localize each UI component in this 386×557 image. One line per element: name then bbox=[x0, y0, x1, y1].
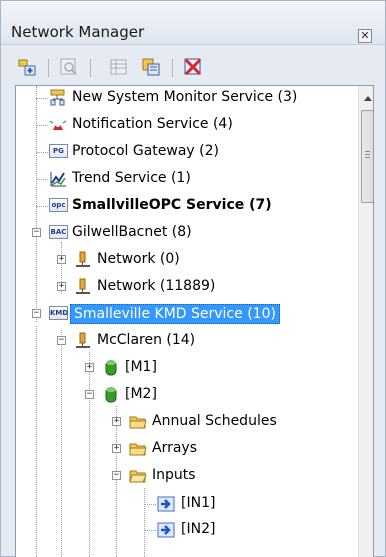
tree-item-label: Annual Schedules bbox=[152, 413, 277, 429]
tree-item-label: [M1] bbox=[125, 359, 157, 375]
network-icon bbox=[76, 251, 90, 267]
expand-toggle[interactable]: + bbox=[85, 363, 94, 372]
grid-view-button[interactable] bbox=[109, 57, 129, 77]
folder-icon bbox=[129, 443, 147, 456]
collapse-toggle[interactable]: − bbox=[112, 471, 121, 480]
title-bar: Network Manager ✕ bbox=[1, 1, 385, 45]
device-icon bbox=[105, 387, 117, 403]
tree-item-smallvilleopc-service[interactable]: opc SmallvilleOPC Service (7) bbox=[16, 194, 356, 218]
tree-item-smalleville-kmd-service[interactable]: − KMD Smalleville KMD Service (10) bbox=[16, 302, 356, 326]
close-button[interactable]: ✕ bbox=[358, 29, 372, 43]
network-icon bbox=[76, 332, 90, 348]
protocol-gateway-icon: PG bbox=[49, 144, 68, 158]
tree-item-label: Network (11889) bbox=[97, 278, 216, 294]
grid-view-icon bbox=[110, 59, 127, 75]
delete-icon bbox=[184, 58, 202, 76]
expand-toggle[interactable]: + bbox=[112, 417, 121, 426]
tree-item-in2[interactable]: [IN2] bbox=[16, 518, 356, 542]
collapse-toggle[interactable]: − bbox=[57, 336, 66, 345]
expand-toggle[interactable]: + bbox=[57, 255, 66, 264]
device-icon bbox=[105, 360, 117, 376]
properties-icon bbox=[60, 58, 77, 75]
tree-item-label: SmallvilleOPC Service (7) bbox=[72, 197, 272, 213]
bacnet-icon: BAC bbox=[49, 225, 68, 239]
tree-item-label: Arrays bbox=[152, 440, 198, 456]
tree-item-in1[interactable]: [IN1] bbox=[16, 492, 356, 516]
tree-item-gilwellbacnet[interactable]: − BAC GilwellBacnet (8) bbox=[16, 221, 356, 245]
kmd-icon: KMD bbox=[49, 306, 68, 320]
copy-button[interactable] bbox=[141, 57, 161, 77]
collapse-toggle[interactable]: − bbox=[85, 390, 94, 399]
thumb-grip bbox=[365, 151, 370, 152]
toolbar-separator bbox=[48, 59, 49, 77]
add-service-icon bbox=[18, 59, 36, 76]
add-service-button[interactable] bbox=[17, 57, 37, 77]
copy-icon bbox=[142, 58, 160, 76]
collapse-toggle[interactable]: − bbox=[32, 309, 41, 318]
tree-item-inputs[interactable]: − Inputs bbox=[16, 464, 356, 488]
input-point-icon bbox=[157, 522, 175, 538]
input-point-icon bbox=[157, 496, 175, 512]
tree-item-label: Inputs bbox=[152, 467, 196, 483]
network-manager-panel: Network Manager ✕ New System Monitor Ser… bbox=[0, 0, 386, 557]
tree-item-label: Protocol Gateway (2) bbox=[72, 143, 219, 159]
toolbar-separator bbox=[90, 59, 91, 77]
thumb-grip bbox=[365, 154, 370, 155]
tree-item-label: GilwellBacnet (8) bbox=[72, 224, 192, 240]
properties-button[interactable] bbox=[59, 57, 79, 77]
tree-item-trend-service[interactable]: Trend Service (1) bbox=[16, 167, 356, 191]
tree-item-label: New System Monitor Service (3) bbox=[72, 89, 298, 105]
tree-item-protocol-gateway[interactable]: PG Protocol Gateway (2) bbox=[16, 140, 356, 164]
notification-icon bbox=[49, 120, 67, 130]
trend-icon bbox=[50, 172, 66, 187]
delete-button[interactable] bbox=[183, 57, 203, 77]
tree-item-notification-service[interactable]: Notification Service (4) bbox=[16, 113, 356, 137]
thumb-grip bbox=[365, 157, 370, 158]
tree-item-label: McClaren (14) bbox=[97, 332, 196, 348]
tree-item-m2[interactable]: − [M2] bbox=[16, 383, 356, 407]
system-monitor-icon bbox=[50, 89, 65, 106]
tree-item-label: Trend Service (1) bbox=[72, 170, 191, 186]
tree-item-label: [IN1] bbox=[181, 495, 216, 511]
opc-icon: opc bbox=[49, 198, 68, 212]
network-icon bbox=[76, 278, 90, 294]
tree-item-annual-schedules[interactable]: + Annual Schedules bbox=[16, 410, 356, 434]
scroll-up-arrow-icon[interactable] bbox=[364, 96, 372, 101]
service-tree[interactable]: New System Monitor Service (3) Notificat… bbox=[15, 85, 374, 557]
expand-toggle[interactable]: + bbox=[112, 444, 121, 453]
folder-open-icon bbox=[129, 470, 147, 483]
tree-item-mcclaren[interactable]: − McClaren (14) bbox=[16, 329, 356, 353]
tree-item-arrays[interactable]: + Arrays bbox=[16, 437, 356, 461]
tree-item-network-0[interactable]: + Network (0) bbox=[16, 248, 356, 272]
tree-item-m1[interactable]: + [M1] bbox=[16, 356, 356, 380]
tree-item-label: Smalleville KMD Service (10) bbox=[70, 304, 280, 324]
window-title: Network Manager bbox=[11, 23, 145, 41]
folder-icon bbox=[129, 416, 147, 429]
toolbar-separator bbox=[172, 59, 173, 77]
expand-toggle[interactable]: + bbox=[57, 282, 66, 291]
vertical-scrollbar[interactable] bbox=[358, 86, 373, 557]
tree-item-label: [IN2] bbox=[181, 521, 216, 537]
tree-item-label: Network (0) bbox=[97, 251, 180, 267]
tree-item-new-system-monitor-service[interactable]: New System Monitor Service (3) bbox=[16, 86, 356, 110]
tree-item-label: [M2] bbox=[125, 386, 157, 402]
tree-item-network-11889[interactable]: + Network (11889) bbox=[16, 275, 356, 299]
toolbar bbox=[1, 49, 385, 83]
scrollbar-thumb[interactable] bbox=[361, 110, 373, 203]
tree-item-label: Notification Service (4) bbox=[72, 116, 233, 132]
collapse-toggle[interactable]: − bbox=[32, 228, 41, 237]
